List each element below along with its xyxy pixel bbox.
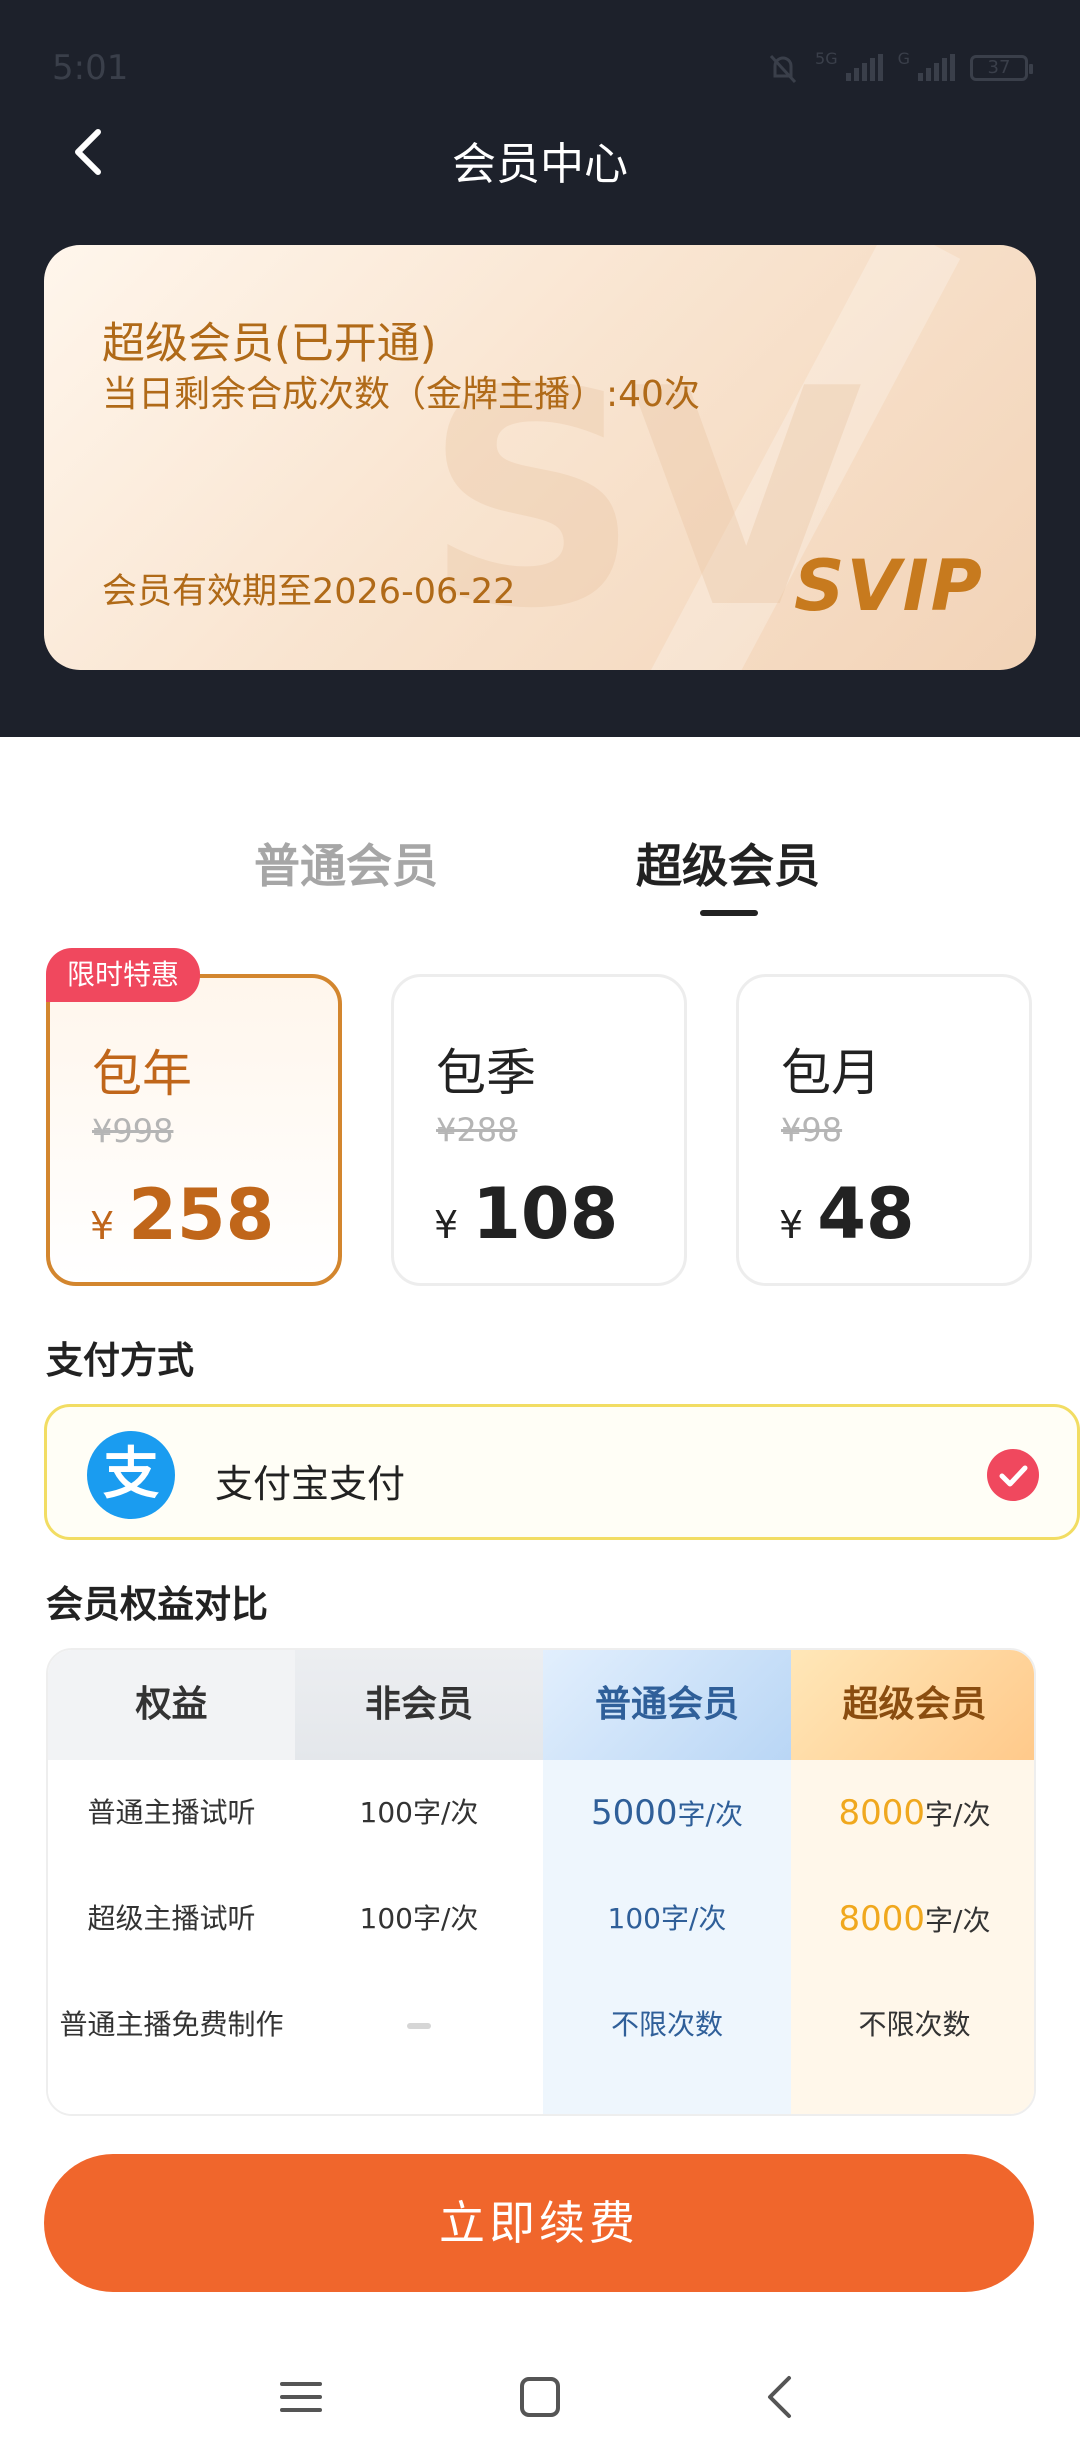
- nav-back-button[interactable]: [745, 2362, 815, 2432]
- price-amount: 108: [472, 1173, 619, 1255]
- vip-status-title: 超级会员(已开通): [102, 319, 437, 369]
- price-amount: 48: [817, 1173, 915, 1255]
- limited-offer-badge: 限时特惠: [46, 948, 200, 1002]
- tab-normal-member[interactable]: 普通会员: [254, 830, 438, 896]
- battery-icon: 37: [970, 55, 1033, 81]
- tab-super-member[interactable]: 超级会员: [636, 830, 820, 896]
- home-square-icon: [520, 2377, 560, 2417]
- column-non-member: 非会员 100字/次 100字/次: [295, 1650, 543, 2114]
- svip-logo: SVIP: [794, 545, 984, 627]
- column-benefit: 权益 普通主播试听 超级主播试听 普通主播免费制作: [48, 1650, 295, 2114]
- column-header: 超级会员: [791, 1650, 1034, 1760]
- plan-original-price: ¥288: [436, 1111, 518, 1149]
- plan-card-monthly[interactable]: 包月 ¥98 ¥ 48: [736, 974, 1032, 1286]
- plan-name: 包年: [92, 1045, 192, 1103]
- plan-price: ¥ 48: [779, 1173, 915, 1255]
- network-label-1: 5G: [815, 48, 838, 68]
- column-header: 非会员: [295, 1650, 543, 1760]
- back-arrow-icon: [768, 2376, 791, 2418]
- plan-card-yearly[interactable]: 包年 ¥998 ¥ 258: [46, 974, 342, 1286]
- plan-list: 包年 ¥998 ¥ 258 包季 ¥288 ¥ 108 包月 ¥98 ¥ 48: [46, 974, 1036, 1286]
- selected-check-icon: [987, 1449, 1039, 1501]
- unavailable-dash: [407, 2023, 431, 2029]
- column-header: 普通会员: [543, 1650, 791, 1760]
- expiry-date: 会员有效期至2026-06-22: [102, 572, 516, 612]
- non-member-cell: 100字/次: [359, 1796, 479, 1829]
- non-member-cell: 100字/次: [359, 1902, 479, 1935]
- currency-symbol: ¥: [90, 1204, 115, 1248]
- column-header: 权益: [48, 1650, 295, 1760]
- quota-unit: 字/次: [925, 1904, 991, 1937]
- quota-unit: 字/次: [925, 1798, 991, 1831]
- column-super-member: 超级会员 8000字/次 8000字/次 不限次数: [791, 1650, 1034, 2114]
- quota-unit: 字/次: [677, 1798, 743, 1831]
- plan-name: 包月: [781, 1044, 881, 1102]
- compare-section-title: 会员权益对比: [46, 1583, 268, 1626]
- non-member-cell: [295, 1972, 543, 2078]
- plan-price: ¥ 108: [434, 1173, 618, 1255]
- status-time: 5:01: [52, 48, 129, 88]
- normal-member-cell: 100字/次: [543, 1866, 791, 1972]
- renew-button[interactable]: 立即续费: [44, 2154, 1034, 2292]
- column-normal-member: 普通会员 5000字/次 100字/次 不限次数: [543, 1650, 791, 2114]
- nav-menu-button[interactable]: [266, 2362, 336, 2432]
- menu-icon: [280, 2382, 322, 2412]
- normal-member-cell: 5000字/次: [543, 1760, 791, 1866]
- status-bar: 5:01 5G G 37: [0, 0, 1080, 130]
- plan-original-price: ¥98: [781, 1111, 843, 1149]
- nav-home-button[interactable]: [505, 2362, 575, 2432]
- currency-symbol: ¥: [779, 1203, 804, 1247]
- vip-status-card: SV 超级会员(已开通) 当日剩余合成次数（金牌主播）:40次 会员有效期至20…: [44, 245, 1036, 670]
- super-member-cell: 不限次数: [791, 1972, 1034, 2078]
- active-tab-indicator: [700, 910, 758, 916]
- quota-number: 8000: [838, 1793, 926, 1833]
- price-amount: 258: [128, 1174, 275, 1256]
- alipay-icon: 支: [87, 1431, 175, 1519]
- payment-section-title: 支付方式: [46, 1339, 194, 1382]
- quota-unit: 100字/次: [607, 1902, 727, 1935]
- normal-member-cell: 不限次数: [543, 1972, 791, 2078]
- alipay-option[interactable]: 支 支付宝支付: [44, 1404, 1080, 1540]
- membership-tabs: 普通会员 超级会员: [0, 830, 1080, 920]
- super-member-cell: 8000字/次: [791, 1760, 1034, 1866]
- benefits-comparison-table: 权益 普通主播试听 超级主播试听 普通主播免费制作 非会员 100字/次 100…: [46, 1648, 1036, 2116]
- quota-number: 8000: [838, 1899, 926, 1939]
- benefit-cell: 超级主播试听: [87, 1902, 256, 1935]
- remaining-quota: 当日剩余合成次数（金牌主播）:40次: [102, 374, 700, 415]
- plan-name: 包季: [436, 1044, 536, 1102]
- network-label-2: G: [897, 48, 910, 68]
- status-icons: 5G G 37: [765, 48, 1033, 88]
- payment-method-label: 支付宝支付: [215, 1462, 406, 1506]
- page-title: 会员中心: [452, 139, 628, 190]
- quota-number: 5000: [591, 1793, 678, 1833]
- signal-icon: [845, 54, 883, 81]
- plan-original-price: ¥998: [92, 1112, 174, 1150]
- signal-icon-2: [918, 54, 955, 81]
- system-nav-bar: [0, 2340, 1080, 2460]
- plan-price: ¥ 258: [90, 1174, 274, 1256]
- mute-bell-icon: [769, 54, 797, 84]
- plan-card-quarterly[interactable]: 包季 ¥288 ¥ 108: [391, 974, 687, 1286]
- benefit-cell: 普通主播免费制作: [59, 2008, 284, 2041]
- benefit-cell: 普通主播试听: [87, 1796, 256, 1829]
- quota-unit: 不限次数: [610, 2008, 723, 2041]
- super-member-cell: 8000字/次: [791, 1866, 1034, 1972]
- currency-symbol: ¥: [434, 1203, 459, 1247]
- quota-unit: 不限次数: [858, 2008, 971, 2041]
